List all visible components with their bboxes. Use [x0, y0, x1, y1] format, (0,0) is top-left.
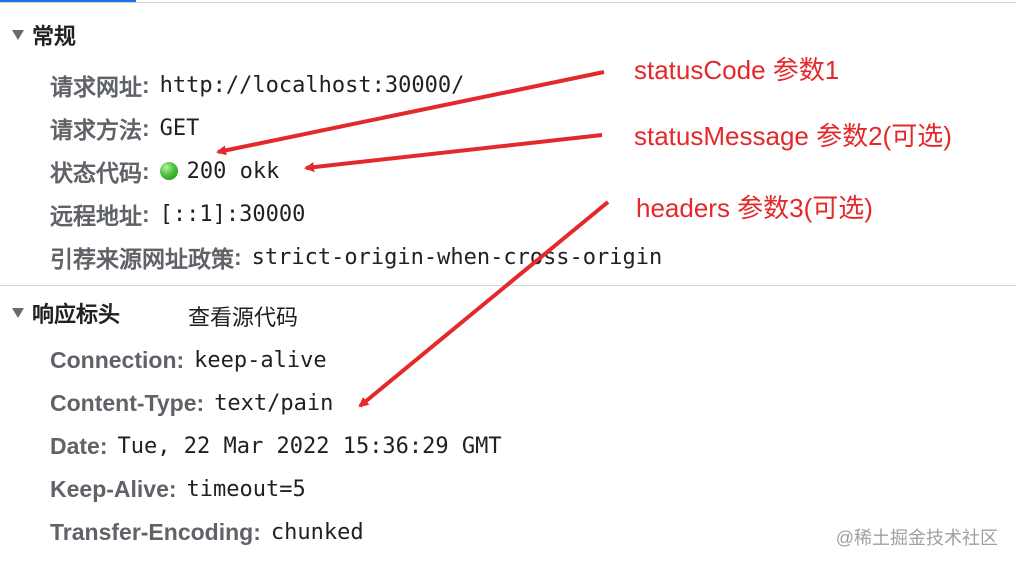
watermark: @稀土掘金技术社区	[835, 528, 998, 548]
arrow-status-message	[304, 133, 603, 173]
arrow-headers	[358, 200, 610, 408]
annotation-arrows	[216, 70, 610, 408]
